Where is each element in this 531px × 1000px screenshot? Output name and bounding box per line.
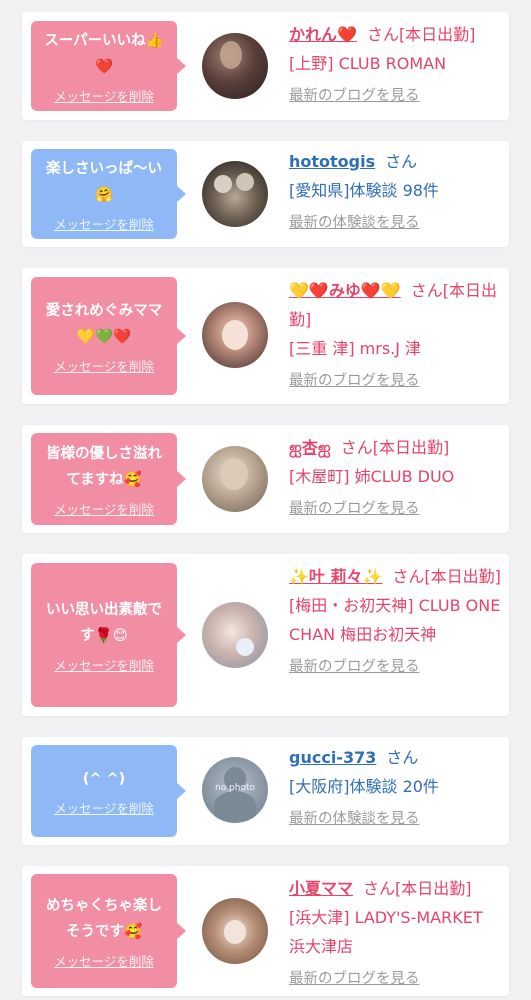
user-info: かれん❤️ さん[本日出勤] [上野] CLUB ROMAN 最新のブログを見る — [289, 20, 503, 105]
message-line: めちゃくちゃ楽し — [46, 897, 162, 914]
user-info: 小夏ママ さん[本日出勤] [浜大津] LADY'S-MARKET 浜大津店 最新… — [289, 874, 503, 988]
user-info: ✨叶 莉々✨ さん[本日出勤] [梅田・お初天神] CLUB ONE CHAN 梅… — [289, 562, 503, 676]
latest-blog-link[interactable]: 最新のブログを見る — [289, 84, 503, 105]
delete-message-link[interactable]: メッセージを削除 — [54, 499, 154, 518]
user-name-link[interactable]: 小夏ママ — [289, 879, 353, 898]
message-card: 皆様の優しさ溢れ てますね🥰 メッセージを削除 ஐ杏ஐ さん[本日出勤] [木屋町… — [22, 425, 509, 533]
message-line: 愛されめぐみママ — [45, 302, 163, 319]
message-line: スーパーいいね👍 — [44, 32, 164, 49]
delete-message-link[interactable]: メッセージを削除 — [54, 356, 154, 375]
user-info: gucci-373 さん [大阪府]体験談 20件 最新の体験談を見る — [289, 743, 503, 828]
message-card: 愛されめぐみママ 💛💚❤️ メッセージを削除 💛❤️みゆ❤️💛 さん[本日出勤] … — [22, 268, 509, 404]
user-info: hototogis さん [愛知県]体験談 98件 最新の体験談を見る — [289, 147, 503, 232]
user-detail: [愛知県]体験談 98件 — [289, 181, 439, 200]
avatar[interactable] — [202, 33, 268, 99]
user-status: さん[本日出勤] — [392, 567, 501, 586]
message-card: スーパーいいね👍 ❤️ メッセージを削除 かれん❤️ さん[本日出勤] [上野] … — [22, 12, 509, 120]
avatar[interactable] — [202, 302, 268, 368]
latest-review-link[interactable]: 最新の体験談を見る — [289, 211, 503, 232]
message-text: 愛されめぐみママ 💛💚❤️ — [46, 298, 162, 350]
delete-message-link[interactable]: メッセージを削除 — [54, 214, 154, 233]
user-detail: [三重 津] mrs.J 津 — [289, 339, 422, 358]
message-line: いい思い出素敵で — [46, 601, 162, 618]
delete-message-link[interactable]: メッセージを削除 — [54, 86, 154, 105]
message-bubble: 皆様の優しさ溢れ てますね🥰 メッセージを削除 — [31, 433, 186, 525]
delete-message-link[interactable]: メッセージを削除 — [54, 655, 154, 674]
message-line: 皆様の優しさ溢れ — [46, 445, 162, 462]
message-line: 楽しさいっぱ〜い — [46, 160, 162, 177]
no-photo-label: no photo — [214, 783, 256, 793]
message-text: スーパーいいね👍 ❤️ — [44, 28, 163, 80]
message-card: めちゃくちゃ楽し そうです🥰 メッセージを削除 小夏ママ さん[本日出勤] [浜大… — [22, 866, 509, 996]
user-name-link[interactable]: ஐ杏ஐ — [289, 438, 331, 457]
user-name-link[interactable]: hototogis — [289, 152, 375, 171]
message-line: す🌹😊 — [80, 627, 128, 644]
message-card: 楽しさいっぱ〜い 🤗 メッセージを削除 hototogis さん [愛知県]体験談… — [22, 141, 509, 247]
user-detail: [浜大津] LADY'S-MARKET 浜大津店 — [289, 908, 483, 956]
message-bubble: 愛されめぐみママ 💛💚❤️ メッセージを削除 — [31, 277, 186, 395]
user-info: ஐ杏ஐ さん[本日出勤] [木屋町] 姉CLUB DUO 最新のブログを見る — [289, 433, 503, 518]
user-status: さん[本日出勤] — [340, 438, 450, 457]
message-bubble: スーパーいいね👍 ❤️ メッセージを削除 — [31, 21, 186, 111]
user-name-link[interactable]: 💛❤️みゆ❤️💛 — [289, 281, 401, 300]
latest-blog-link[interactable]: 最新のブログを見る — [289, 967, 503, 988]
avatar[interactable] — [202, 602, 268, 668]
message-text: 皆様の優しさ溢れ てますね🥰 — [46, 441, 162, 493]
user-detail: [上野] CLUB ROMAN — [289, 54, 447, 73]
latest-review-link[interactable]: 最新の体験談を見る — [289, 807, 503, 828]
message-line: そうです🥰 — [65, 923, 143, 940]
user-name-link[interactable]: ✨叶 莉々✨ — [289, 567, 382, 586]
user-status: さん[本日出勤] — [366, 25, 476, 44]
message-text: いい思い出素敵で す🌹😊 — [46, 597, 162, 649]
user-status: さん[本日出勤] — [363, 879, 472, 898]
user-name-link[interactable]: かれん❤️ — [289, 25, 357, 44]
avatar[interactable] — [202, 446, 268, 512]
delete-message-link[interactable]: メッセージを削除 — [54, 798, 154, 817]
delete-message-link[interactable]: メッセージを削除 — [54, 951, 154, 970]
message-card: (^ ^) メッセージを削除 no photo gucci-373 さん [大阪府… — [22, 737, 509, 845]
message-bubble: 楽しさいっぱ〜い 🤗 メッセージを削除 — [31, 149, 186, 239]
message-line: ❤️ — [94, 58, 114, 75]
message-line: (^ ^) — [82, 770, 126, 787]
user-info: 💛❤️みゆ❤️💛 さん[本日出勤] [三重 津] mrs.J 津 最新のブログを見… — [289, 276, 503, 390]
user-detail: [梅田・お初天神] CLUB ONE CHAN 梅田お初天神 — [289, 596, 501, 644]
latest-blog-link[interactable]: 最新のブログを見る — [289, 369, 503, 390]
user-status: さん — [385, 152, 418, 171]
message-line: 🤗 — [94, 186, 114, 203]
message-line: 💛💚❤️ — [76, 328, 132, 345]
message-bubble: (^ ^) メッセージを削除 — [31, 745, 186, 837]
avatar[interactable] — [202, 161, 268, 227]
avatar[interactable] — [202, 898, 268, 964]
message-bubble: めちゃくちゃ楽し そうです🥰 メッセージを削除 — [31, 874, 186, 988]
message-text: (^ ^) — [83, 766, 126, 792]
message-bubble: いい思い出素敵で す🌹😊 メッセージを削除 — [31, 563, 186, 707]
avatar[interactable]: no photo — [202, 757, 268, 823]
latest-blog-link[interactable]: 最新のブログを見る — [289, 655, 503, 676]
user-name-link[interactable]: gucci-373 — [289, 748, 376, 767]
user-detail: [木屋町] 姉CLUB DUO — [289, 467, 455, 486]
message-text: めちゃくちゃ楽し そうです🥰 — [46, 893, 162, 945]
message-text: 楽しさいっぱ〜い 🤗 — [46, 156, 162, 208]
message-line: てますね🥰 — [66, 471, 142, 488]
user-status: さん — [386, 748, 419, 767]
message-card: いい思い出素敵で す🌹😊 メッセージを削除 ✨叶 莉々✨ さん[本日出勤] [梅田… — [22, 554, 509, 716]
latest-blog-link[interactable]: 最新のブログを見る — [289, 497, 503, 518]
user-detail: [大阪府]体験談 20件 — [289, 777, 439, 796]
